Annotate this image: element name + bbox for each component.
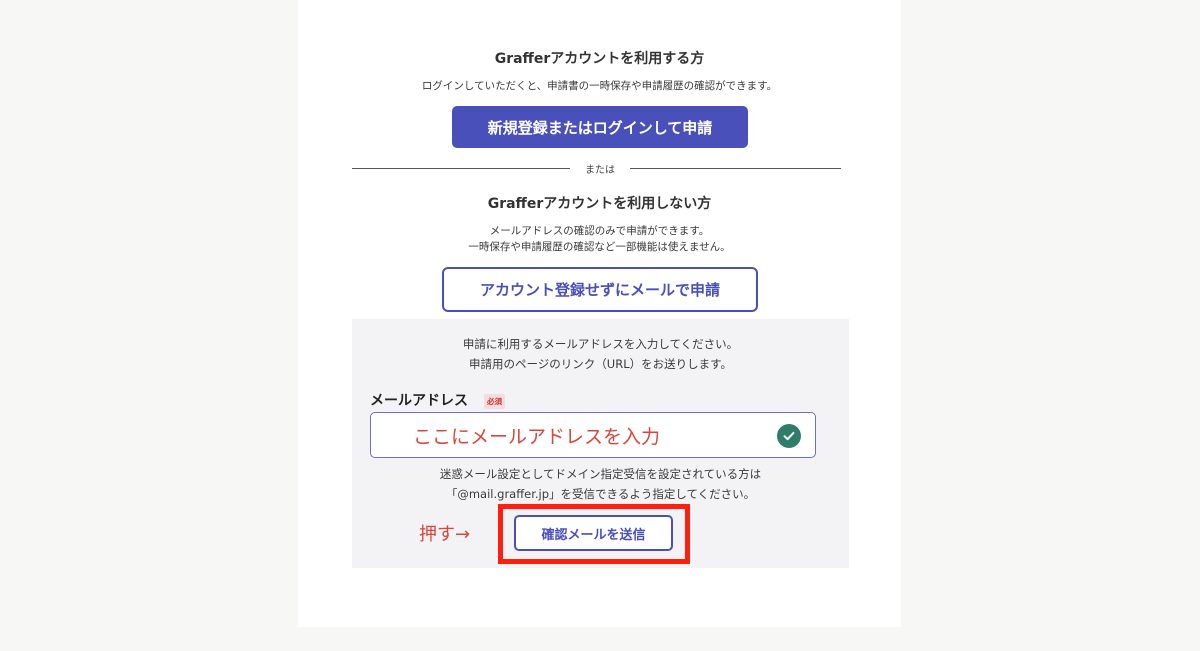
divider-label: または [585,165,615,176]
spam-note-line1: 迷惑メール設定としてドメイン指定受信を設定されている方は [439,467,762,481]
check-circle-icon [777,424,801,448]
divider-line-left [352,168,570,169]
guest-section-title: Grafferアカウントを利用しない方 [487,196,712,212]
login-section-description: ログインしていただくと、申請書の一時保存や申請履歴の確認ができます。 [421,80,778,92]
register-or-login-button[interactable]: 新規登録またはログインして申請 [452,106,748,148]
required-badge: 必須 [484,394,505,409]
divider-line-right [630,168,841,169]
send-confirmation-email-button[interactable]: 確認メールを送信 [514,515,673,551]
email-intro-line1: 申請に利用するメールアドレスを入力してください。 [462,337,739,351]
spam-note-line2: 「@mail.graffer.jp」を受信できるよう指定してください。 [445,487,756,501]
email-input[interactable] [370,412,816,458]
application-card: Grafferアカウントを利用する方 ログインしていただくと、申請書の一時保存や… [298,0,901,627]
guest-description-line2: 一時保存や申請履歴の確認など一部機能は使えません。 [468,241,731,253]
email-field-label: メールアドレス [370,393,468,409]
apply-by-email-button[interactable]: アカウント登録せずにメールで申請 [442,267,758,312]
email-intro-line2: 申請用のページのリンク（URL）をお送りします。 [469,357,732,371]
login-section-title: Grafferアカウントを利用する方 [494,51,705,67]
email-entry-panel: 申請に利用するメールアドレスを入力してください。 申請用のページのリンク（URL… [352,319,849,568]
push-annotation: 押す→ [419,524,471,545]
